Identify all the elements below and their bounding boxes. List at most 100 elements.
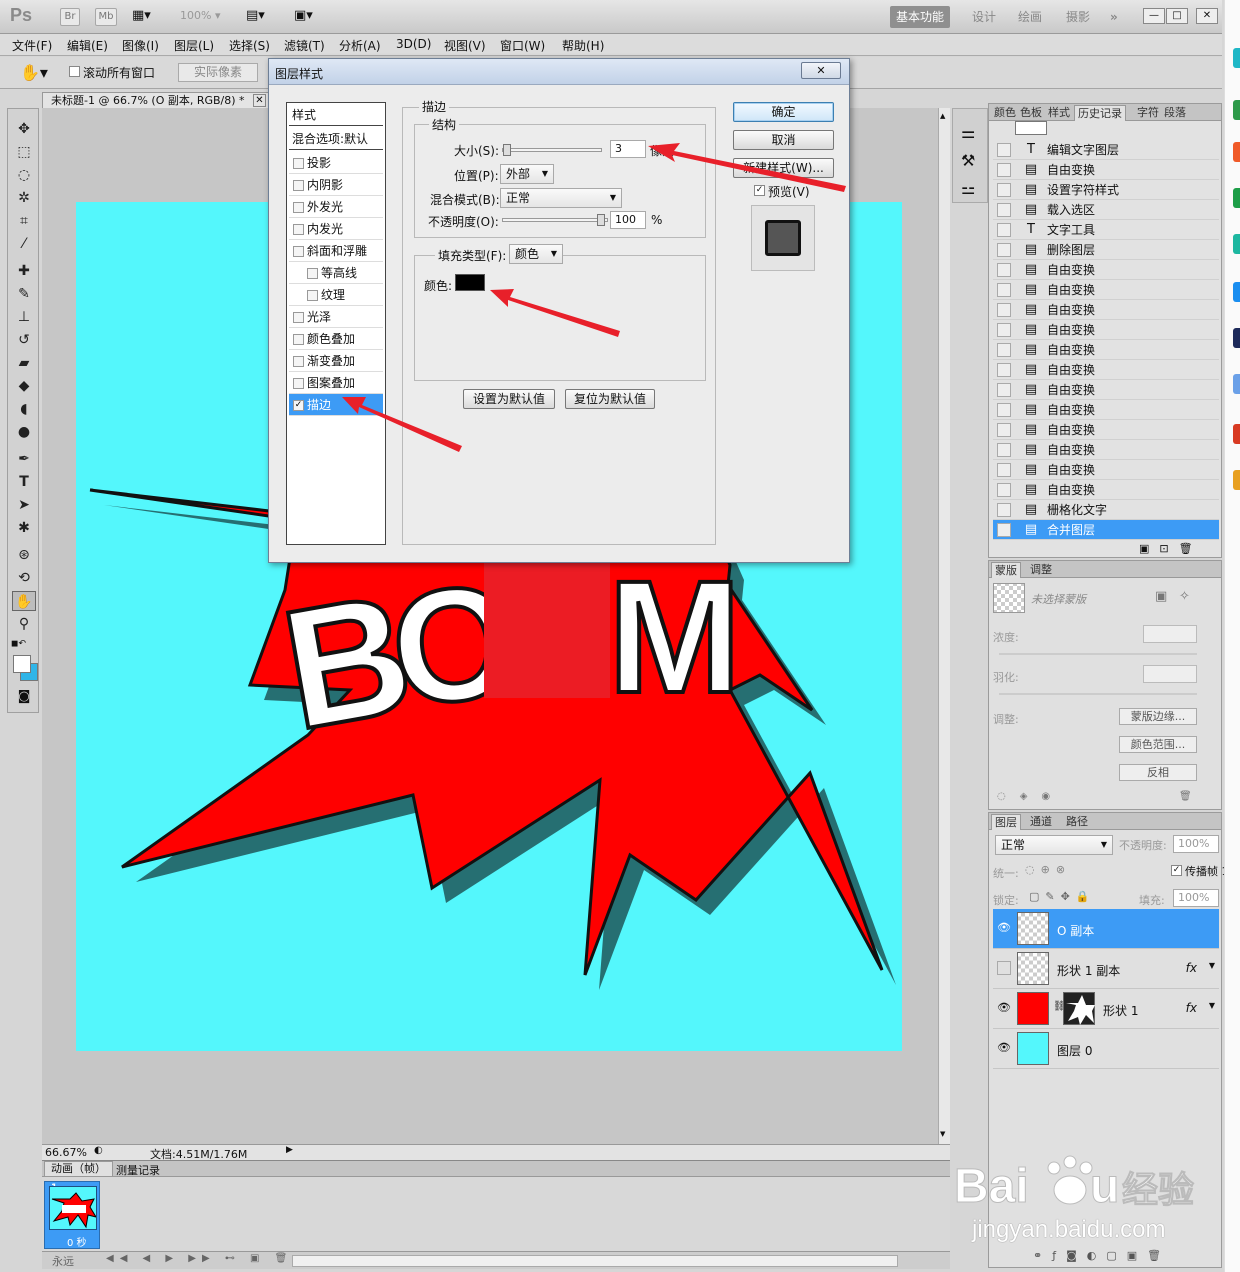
tab-paths[interactable]: 路径 xyxy=(1063,814,1091,830)
dialog-close-icon[interactable]: ✕ xyxy=(801,62,841,79)
status-menu-icon[interactable]: ▶ xyxy=(286,1145,293,1155)
history-item[interactable]: ▤ 自由变换 xyxy=(993,260,1219,280)
history-snapshot-checkbox[interactable] xyxy=(997,303,1011,317)
tab-adjustments[interactable]: 调整 xyxy=(1027,562,1055,578)
size-slider-knob[interactable] xyxy=(503,144,511,156)
menu-file[interactable]: 文件(F) xyxy=(12,37,52,54)
tab-layers[interactable]: 图层 xyxy=(991,814,1021,830)
style-checkbox[interactable] xyxy=(293,312,304,323)
3d-orbit-icon[interactable]: ⟲ xyxy=(12,568,36,588)
eraser-tool-icon[interactable]: ▰ xyxy=(12,353,36,373)
history-item[interactable]: ▤ 载入选区 xyxy=(993,200,1219,220)
dodge-tool-icon[interactable]: ● xyxy=(12,422,36,442)
tab-history[interactable]: 历史记录 xyxy=(1074,105,1126,121)
path-selection-icon[interactable]: ➤ xyxy=(12,495,36,515)
tab-masks[interactable]: 蒙版 xyxy=(991,562,1021,578)
history-snapshot-checkbox[interactable] xyxy=(997,163,1011,177)
menu-select[interactable]: 选择(S) xyxy=(229,37,270,54)
history-snapshot-checkbox[interactable] xyxy=(997,203,1011,217)
layer-row[interactable]: 👁 ⛓ 形状 1 fx ▼ xyxy=(993,989,1219,1029)
style-item[interactable]: 内阴影 xyxy=(289,174,383,196)
style-checkbox[interactable] xyxy=(293,356,304,367)
foreground-color-swatch[interactable] xyxy=(13,655,31,673)
expand-effects-icon[interactable]: ▼ xyxy=(1209,961,1215,970)
stamp-tool-icon[interactable]: ⊥ xyxy=(12,307,36,327)
history-item[interactable]: ▤ 自由变换 xyxy=(993,400,1219,420)
zoom-tool-icon[interactable]: ⚲ xyxy=(12,614,36,634)
color-range-button[interactable]: 颜色范围... xyxy=(1119,736,1197,753)
type-tool-icon[interactable]: T xyxy=(12,472,36,492)
tab-animation[interactable]: 动画（帧） xyxy=(44,1161,113,1177)
expand-effects-icon[interactable]: ▼ xyxy=(1209,1001,1215,1010)
history-item[interactable]: ▤ 设置字符样式 xyxy=(993,180,1219,200)
scroll-up-icon[interactable]: ▲ xyxy=(940,112,945,120)
history-snapshot-checkbox[interactable] xyxy=(997,363,1011,377)
healing-brush-icon[interactable]: ✚ xyxy=(12,261,36,281)
history-snapshot-checkbox[interactable] xyxy=(997,523,1011,537)
app-icon-8[interactable] xyxy=(1233,374,1240,394)
history-snapshot-checkbox[interactable] xyxy=(997,443,1011,457)
size-field[interactable]: 3 xyxy=(610,140,646,158)
menu-window[interactable]: 窗口(W) xyxy=(500,37,545,54)
menu-3d[interactable]: 3D(D) xyxy=(396,37,431,51)
opacity-slider[interactable] xyxy=(502,214,608,226)
style-item[interactable]: 颜色叠加 xyxy=(289,328,383,350)
eye-icon[interactable]: 👁 xyxy=(997,1001,1011,1015)
maximize-icon[interactable]: □ xyxy=(1166,8,1188,24)
scroll-down-icon[interactable]: ▼ xyxy=(940,1130,945,1138)
pixel-mask-icon[interactable]: ▣ xyxy=(1155,589,1167,604)
history-item[interactable]: T 文字工具 xyxy=(993,220,1219,240)
tab-measurement-log[interactable]: 测量记录 xyxy=(116,1162,160,1178)
history-item[interactable]: ▤ 自由变换 xyxy=(993,440,1219,460)
vector-mask-icon[interactable]: ✧ xyxy=(1179,589,1190,604)
menu-edit[interactable]: 编辑(E) xyxy=(67,37,108,54)
hand-tool-active-icon[interactable]: ✋ xyxy=(12,591,36,611)
stroke-color-swatch[interactable] xyxy=(455,274,485,291)
workspace-design[interactable]: 设计 xyxy=(966,6,1002,28)
status-icon[interactable]: ◐ xyxy=(94,1145,103,1156)
menu-filter[interactable]: 滤镜(T) xyxy=(284,37,325,54)
mini-bridge-button[interactable]: Mb xyxy=(95,8,117,26)
position-dropdown[interactable]: 外部 ▼ xyxy=(500,164,554,184)
layer-blend-mode[interactable]: 正常 ▼ xyxy=(995,835,1113,855)
opacity-slider-knob[interactable] xyxy=(597,214,605,226)
style-checkbox[interactable] xyxy=(293,246,304,257)
history-item[interactable]: ▤ 自由变换 xyxy=(993,340,1219,360)
history-item[interactable]: ▤ 自由变换 xyxy=(993,300,1219,320)
layer-row[interactable]: 形状 1 副本 fx ▼ xyxy=(993,949,1219,989)
new-style-button[interactable]: 新建样式(W)... xyxy=(733,158,834,178)
hand-tool-icon[interactable]: ✋▾ xyxy=(20,63,48,82)
brush-tool-icon[interactable]: ✎ xyxy=(12,284,36,304)
eye-hidden-icon[interactable] xyxy=(997,961,1011,975)
custom-shape-icon[interactable]: ✱ xyxy=(12,518,36,538)
layer-row[interactable]: 👁 O 副本 xyxy=(993,909,1219,949)
actual-pixels-button[interactable]: 实际像素 xyxy=(178,63,258,82)
dialog-title-bar[interactable]: 图层样式 ✕ xyxy=(269,59,849,85)
pen-tool-icon[interactable]: ✒ xyxy=(12,449,36,469)
history-snapshot-checkbox[interactable] xyxy=(997,463,1011,477)
style-checkbox[interactable] xyxy=(293,334,304,345)
quick-mask-icon[interactable]: ◙ xyxy=(14,689,34,705)
blend-options-item[interactable]: 混合选项:默认 xyxy=(289,128,383,150)
style-checkbox[interactable] xyxy=(293,158,304,169)
tab-styles[interactable]: 样式 xyxy=(1045,105,1073,121)
animation-scrollbar[interactable] xyxy=(292,1255,898,1267)
magic-wand-icon[interactable]: ✲ xyxy=(12,188,36,208)
style-item[interactable]: 渐变叠加 xyxy=(289,350,383,372)
more-workspaces-icon[interactable]: » xyxy=(1104,6,1124,28)
history-snapshot-checkbox[interactable] xyxy=(997,283,1011,297)
style-checkbox[interactable] xyxy=(307,290,318,301)
animation-frame[interactable]: 1 0 秒 xyxy=(44,1181,100,1249)
propagate-checkbox[interactable]: ✓ xyxy=(1171,865,1182,876)
style-checkbox[interactable] xyxy=(293,202,304,213)
app-icon-3[interactable] xyxy=(1233,142,1240,162)
style-item[interactable]: 外发光 xyxy=(289,196,383,218)
style-item[interactable]: 等高线 xyxy=(289,262,383,284)
history-item[interactable]: ▤ 栅格化文字 xyxy=(993,500,1219,520)
menu-view[interactable]: 视图(V) xyxy=(444,37,486,54)
bridge-button[interactable]: Br xyxy=(60,8,80,26)
tab-swatches[interactable]: 色板 xyxy=(1017,105,1045,121)
mask-edge-button[interactable]: 蒙版边缘... xyxy=(1119,708,1197,725)
opacity-field[interactable]: 100 xyxy=(610,211,646,229)
style-item[interactable]: ✓ 描边 xyxy=(289,394,383,416)
